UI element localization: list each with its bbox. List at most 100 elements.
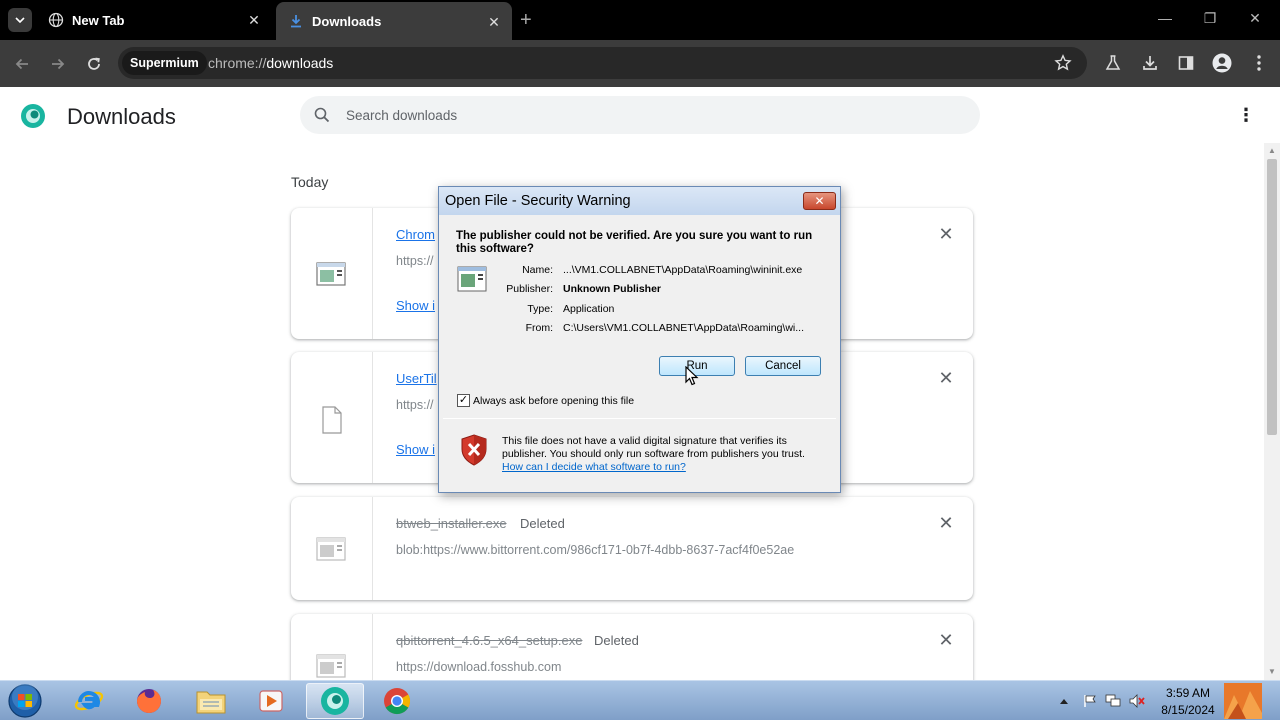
more-actions-icon[interactable]: ⋮ [1236,105,1256,125]
supermium-icon [321,687,349,715]
search-input[interactable] [346,96,946,134]
help-link[interactable]: How can I decide what software to run? [502,461,686,473]
mouse-cursor-icon [685,366,699,386]
search-icon [314,107,330,123]
show-in-folder-link[interactable]: Show i [396,442,435,457]
forward-arrow-icon[interactable] [46,52,70,76]
scroll-thumb[interactable] [1267,159,1277,435]
media-player-icon [259,690,283,712]
close-tab-icon[interactable]: ✕ [486,14,502,30]
cancel-button[interactable]: Cancel [745,356,821,376]
download-item: btweb_installer.exe Deleted blob:https:/… [291,497,973,600]
file-icon-column [291,497,373,600]
scroll-down-icon[interactable]: ▼ [1267,667,1277,677]
url-host: downloads [266,55,334,71]
side-panel-icon[interactable] [1175,52,1197,74]
browser-chip[interactable]: Supermium [122,51,207,75]
file-icon-column [291,208,373,339]
always-ask-checkbox[interactable]: ✓ [457,394,470,407]
windows-taskbar: 3:59 AM 8/15/2024 [0,680,1280,720]
page-title: Downloads [67,104,176,129]
browser-toolbar: Supermium chrome://downloads [0,40,1280,87]
security-warning-dialog: Open File - Security Warning ✕ The publi… [438,186,841,493]
type-label: Type: [527,303,553,315]
executable-file-icon [316,654,346,678]
page-scrollbar[interactable]: ▲ ▼ [1264,143,1280,680]
download-file-name[interactable]: UserTil [396,371,437,386]
tab-strip: New Tab ✕ Downloads ✕ + — ❐ ✕ [0,0,1280,40]
name-value: ...\VM1.COLLABNET\AppData\Roaming\winini… [563,264,803,276]
taskbar-firefox[interactable] [120,683,178,719]
from-value: C:\Users\VM1.COLLABNET\AppData\Roaming\w… [563,322,804,334]
download-icon[interactable] [1139,52,1161,74]
download-url: https://download.fosshub.com [396,660,562,674]
back-arrow-icon[interactable] [10,52,34,76]
download-status: Deleted [594,633,639,648]
close-window-icon[interactable]: ✕ [1245,10,1265,27]
tab-search-button[interactable] [8,8,32,32]
browser-menu-icon[interactable] [1248,52,1270,74]
executable-file-icon [316,537,346,561]
url-scheme: chrome:// [208,55,267,71]
tab-label: Downloads [312,13,382,29]
download-url: blob:https://www.bittorrent.com/986cf171… [396,543,795,557]
dialog-close-button[interactable]: ✕ [803,192,836,210]
downloads-header: Downloads ⋮ [0,87,1264,147]
labs-flask-icon[interactable] [1102,52,1124,74]
dialog-titlebar[interactable]: Open File - Security Warning ✕ [439,187,840,215]
download-file-name: qbittorrent_4.6.5_x64_setup.exe [396,633,583,648]
dialog-body: The publisher could not be verified. Are… [443,215,836,489]
folder-icon [196,691,226,714]
clock-time[interactable]: 3:59 AM [1160,686,1216,700]
start-button-icon[interactable] [6,683,44,719]
scroll-up-icon[interactable]: ▲ [1267,146,1277,156]
taskbar-chrome[interactable] [368,683,426,719]
remove-download-icon[interactable]: ✕ [936,368,956,388]
file-icon-column [291,352,373,483]
reload-icon[interactable] [82,52,106,76]
tab-new-tab[interactable]: New Tab ✕ [36,0,272,40]
desktop-thumbnail-icon[interactable] [1224,683,1262,719]
signature-warning-text: This file does not have a valid digital … [502,435,805,460]
publisher-label: Publisher: [506,283,553,295]
download-url: https:// [396,254,434,268]
bookmark-star-icon[interactable] [1052,52,1074,74]
minimize-icon[interactable]: — [1155,10,1175,26]
remove-download-icon[interactable]: ✕ [936,630,956,650]
new-tab-plus-icon[interactable]: + [520,10,532,30]
chrome-icon [384,688,411,715]
tab-label: New Tab [72,12,125,28]
date-section-label: Today [291,174,329,190]
taskbar-file-explorer[interactable] [182,683,240,719]
taskbar-internet-explorer[interactable] [60,683,118,719]
volume-muted-icon[interactable] [1129,693,1145,709]
always-ask-label[interactable]: Always ask before opening this file [473,395,634,407]
restore-icon[interactable]: ❐ [1200,10,1220,27]
internet-explorer-icon [74,691,104,711]
show-in-folder-link[interactable]: Show i [396,298,435,313]
publisher-value: Unknown Publisher [563,283,662,295]
type-value: Application [563,303,615,315]
network-icon[interactable] [1105,693,1121,709]
dialog-title: Open File - Security Warning [445,193,631,209]
profile-avatar-icon[interactable] [1211,52,1233,74]
address-bar[interactable]: Supermium chrome://downloads [118,47,1087,79]
download-url: https:// [396,398,434,412]
download-file-name: btweb_installer.exe [396,516,507,531]
action-center-flag-icon[interactable] [1082,693,1098,709]
remove-download-icon[interactable]: ✕ [936,224,956,244]
download-file-name[interactable]: Chrom [396,227,435,242]
tab-downloads[interactable]: Downloads ✕ [276,2,512,40]
url-text[interactable]: chrome://downloads [208,47,333,79]
blank-file-icon [322,406,342,434]
close-tab-icon[interactable]: ✕ [246,12,262,28]
search-bar[interactable] [300,96,980,134]
taskbar-media-player[interactable] [242,683,300,719]
download-icon [288,13,304,29]
remove-download-icon[interactable]: ✕ [936,513,956,533]
download-status: Deleted [520,516,565,531]
supermium-logo-icon [21,104,45,128]
clock-date[interactable]: 8/15/2024 [1157,703,1219,717]
show-hidden-icons[interactable] [1056,693,1072,709]
taskbar-supermium[interactable] [306,683,364,719]
